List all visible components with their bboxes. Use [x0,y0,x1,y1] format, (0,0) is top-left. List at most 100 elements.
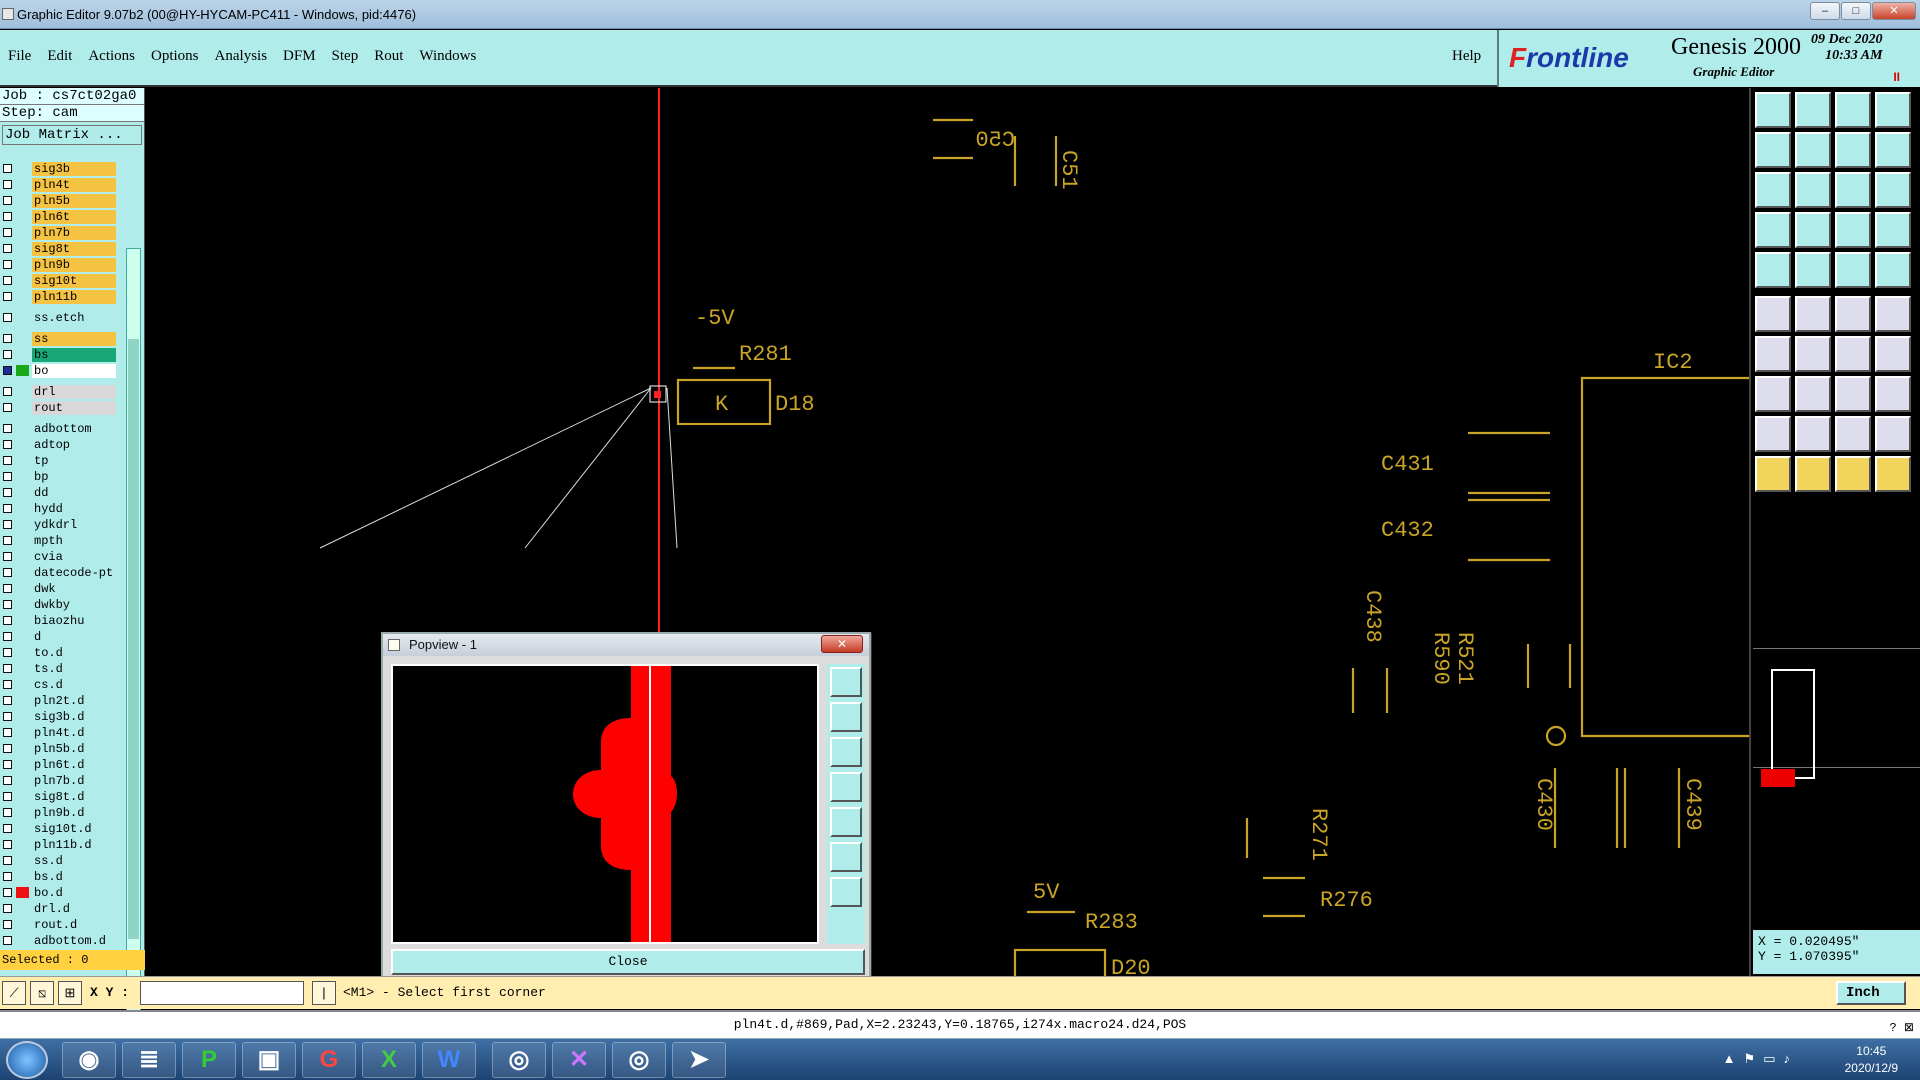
select3-icon[interactable] [1835,456,1871,492]
layer-row[interactable]: to.d [0,645,118,661]
layer-checkbox[interactable] [3,366,12,375]
menu-windows[interactable]: Windows [419,48,476,65]
text-icon[interactable] [1875,336,1911,372]
layer-row[interactable]: bo.d [0,885,118,901]
layer-checkbox[interactable] [3,664,12,673]
layer-list-scrollbar[interactable] [126,248,141,1033]
layer-checkbox[interactable] [3,196,12,205]
layer-checkbox[interactable] [3,350,12,359]
surface-icon[interactable] [1795,252,1831,288]
step-list-icon[interactable] [1875,92,1911,128]
menu-step[interactable]: Step [332,48,359,65]
layer-checkbox[interactable] [3,696,12,705]
taskbar-genesis-icon[interactable]: ◎ [612,1042,666,1078]
taskbar-bird-icon[interactable]: ➤ [672,1042,726,1078]
layer-name[interactable]: pln5b [32,194,116,208]
layer-row[interactable]: sig10t [0,273,118,289]
triangle4-icon[interactable] [1875,416,1911,452]
layer-checkbox[interactable] [3,632,12,641]
layer-checkbox[interactable] [3,648,12,657]
layer-row[interactable]: rout.d [0,917,118,933]
layer-checkbox[interactable] [3,387,12,396]
layer-checkbox[interactable] [3,568,12,577]
layer-row[interactable]: pln6t.d [0,757,118,773]
layer-name[interactable]: pln11b [32,290,116,304]
line-icon[interactable] [1835,252,1871,288]
select4-icon[interactable] [1875,456,1911,492]
popview-fullscreen-icon[interactable] [830,842,862,872]
minimap-viewport[interactable] [1771,669,1815,779]
taskbar-word-icon[interactable]: W [422,1042,476,1078]
close-window-button[interactable]: ✕ [1872,2,1916,20]
cross-icon[interactable] [1795,296,1831,332]
layer-name[interactable]: ss.d [32,854,116,868]
layer-checkbox[interactable] [3,440,12,449]
layer-row[interactable]: ss.d [0,853,118,869]
layer-checkbox[interactable] [3,313,12,322]
maximize-button[interactable]: □ [1841,2,1871,20]
layer-row[interactable]: sig8t.d [0,789,118,805]
layer-name[interactable]: pln4t [32,178,116,192]
layer-checkbox[interactable] [3,792,12,801]
layer-row[interactable]: bs [0,347,118,363]
zoom-back-icon[interactable] [1835,132,1871,168]
layer-name[interactable]: drl.d [32,902,116,916]
pad-icon[interactable] [1755,252,1791,288]
menu-help[interactable]: Help [1452,48,1481,65]
layer-checkbox[interactable] [3,536,12,545]
layer-checkbox[interactable] [3,488,12,497]
layer-checkbox[interactable] [3,244,12,253]
layer-name[interactable]: sig3b.d [32,710,116,724]
layer-checkbox[interactable] [3,920,12,929]
layer-checkbox[interactable] [3,456,12,465]
layer-row[interactable]: sig10t.d [0,821,118,837]
layer-name[interactable]: d [32,630,116,644]
popview-close-button[interactable]: Close [391,949,865,975]
layer-name[interactable]: pln4t.d [32,726,116,740]
layer-row[interactable]: datecode-pt [0,565,118,581]
layer-name[interactable]: pln7b [32,226,116,240]
layer-checkbox[interactable] [3,840,12,849]
layer-name[interactable]: ss [32,332,116,346]
layer-row[interactable]: mpth [0,533,118,549]
layer-row[interactable]: pln7b.d [0,773,118,789]
layer-row[interactable]: ss [0,331,118,347]
start-button[interactable] [6,1041,48,1079]
layer-checkbox[interactable] [3,403,12,412]
layer-name[interactable]: to.d [32,646,116,660]
taskbar-excel-icon[interactable]: X [362,1042,416,1078]
layer-checkbox[interactable] [3,292,12,301]
arc-icon[interactable] [1835,336,1871,372]
menu-actions[interactable]: Actions [88,48,135,65]
minimize-button[interactable]: – [1810,2,1840,20]
open-job-icon[interactable] [1755,92,1791,128]
triangle-icon[interactable] [1755,416,1791,452]
popview-titlebar[interactable]: Popview - 1 ✕ [383,634,869,656]
layer-checkbox[interactable] [3,472,12,481]
net-icon[interactable] [1835,212,1871,248]
popview-zoom-in-icon[interactable] [830,702,862,732]
layer-checkbox[interactable] [3,424,12,433]
layer-checkbox[interactable] [3,712,12,721]
layer-row[interactable]: pln4t.d [0,725,118,741]
layer-name[interactable]: pln6t.d [32,758,116,772]
hline-icon[interactable] [1795,376,1831,412]
snap-icon[interactable]: ⟋ [2,981,26,1005]
layer-name[interactable]: cvia [32,550,116,564]
redraw-icon[interactable] [1875,132,1911,168]
layer-row[interactable]: pln7b [0,225,118,241]
pad-snap-icon[interactable] [1875,212,1911,248]
center-icon[interactable] [1795,172,1831,208]
layer-row[interactable]: cvia [0,549,118,565]
layer-name[interactable]: pln6t [32,210,116,224]
layer-name[interactable]: ydkdrl [32,518,116,532]
layer-row[interactable]: bo [0,363,118,379]
menu-rout[interactable]: Rout [374,48,403,65]
layer-checkbox[interactable] [3,904,12,913]
layer-name[interactable]: drl [32,385,116,399]
layer-row[interactable]: pln11b.d [0,837,118,853]
taskbar-save-icon[interactable]: ▣ [242,1042,296,1078]
layer-name[interactable]: dwk [32,582,116,596]
triangle2-icon[interactable] [1795,416,1831,452]
layer-row[interactable]: sig8t [0,241,118,257]
